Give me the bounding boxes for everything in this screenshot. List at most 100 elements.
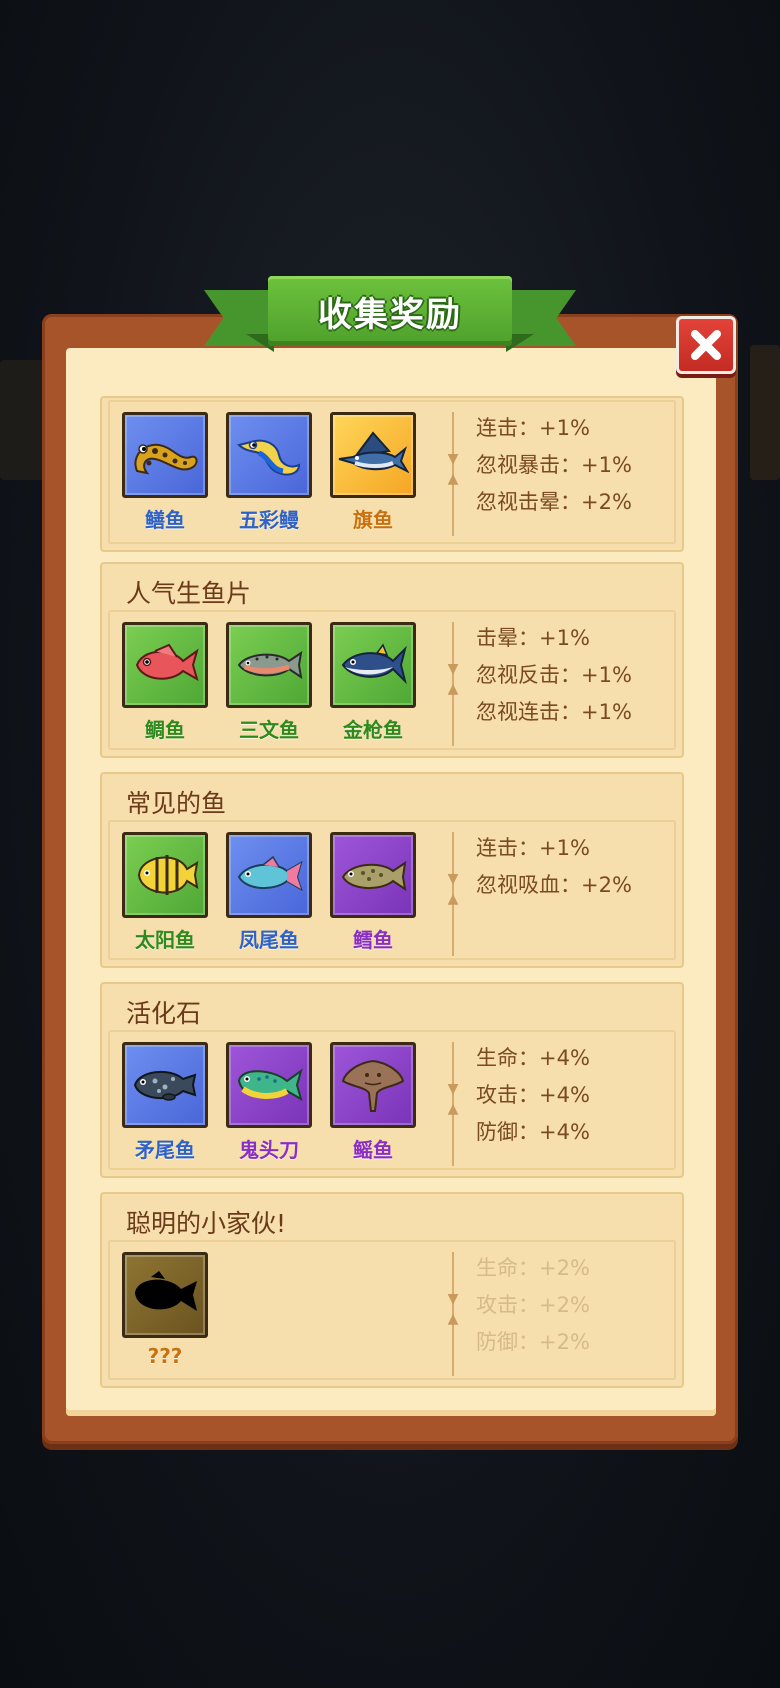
fish-tile — [122, 832, 208, 918]
collection-title: 聪明的小家伙! — [126, 1209, 287, 1238]
chevron-up-icon: ▲ — [447, 891, 459, 907]
fish-name: 金枪鱼 — [343, 718, 403, 742]
fish-name: 矛尾鱼 — [135, 1138, 195, 1162]
chevron-down-icon: ▼ — [447, 661, 459, 677]
fish-item[interactable]: 太阳鱼 — [122, 832, 208, 953]
chevron-up-icon: ▲ — [447, 681, 459, 697]
coelacanth-icon — [133, 1070, 197, 1101]
fish-name: 旗鱼 — [353, 508, 393, 532]
fish-item[interactable]: 三文鱼 — [226, 622, 312, 743]
fish-name: 太阳鱼 — [135, 928, 195, 952]
spotted-eel-icon — [134, 443, 198, 475]
fish-name: 鳝鱼 — [145, 508, 185, 532]
bonus-stat: 连击：+1% — [476, 416, 590, 440]
chevron-up-icon: ▲ — [447, 1311, 459, 1327]
collection-title: 活化石 — [126, 999, 202, 1028]
bonus-stat: 攻击：+2% — [476, 1293, 590, 1317]
fish-item[interactable]: ??? — [122, 1252, 208, 1368]
close-x-icon — [691, 330, 721, 360]
collection-card: 人气生鱼片 鲷鱼 三文鱼 金枪鱼 ▼ ▲ 击晕：+1% 忽视反击：+1% 忽视连… — [100, 562, 684, 758]
section-divider: ▼ ▲ — [446, 622, 460, 746]
stingray-icon — [341, 1059, 405, 1112]
collection-title: 人气生鱼片 — [126, 579, 252, 608]
bonus-stat: 忽视连击：+1% — [476, 700, 632, 724]
fish-tile — [330, 832, 416, 918]
fish-name: 鲷鱼 — [145, 718, 185, 742]
chevron-up-icon: ▲ — [447, 471, 459, 487]
fish-tile — [226, 622, 312, 708]
section-divider: ▼ ▲ — [446, 412, 460, 536]
ribbon-banner: 收集奖励 — [268, 276, 512, 346]
bonus-stat: 忽视击晕：+2% — [476, 490, 632, 514]
silhouette-fish-icon — [135, 1271, 197, 1311]
bonus-list: 连击：+1% 忽视暴击：+1% 忽视击晕：+2% — [476, 410, 632, 521]
mahi-mahi-icon — [237, 1068, 303, 1102]
bonus-list: 击晕：+1% 忽视反击：+1% 忽视连击：+1% — [476, 620, 632, 731]
fish-name: 鳕鱼 — [353, 928, 393, 952]
bonus-list: 连击：+1% 忽视吸血：+2% — [476, 830, 632, 904]
collection-card: 聪明的小家伙! ??? ▼ ▲ 生命：+2% 攻击：+2% 防御：+2% — [100, 1192, 684, 1388]
close-button[interactable] — [676, 316, 736, 374]
chevron-down-icon: ▼ — [447, 1291, 459, 1307]
bonus-stat: 防御：+4% — [476, 1120, 590, 1144]
section-divider: ▼ ▲ — [446, 832, 460, 956]
chevron-up-icon: ▲ — [447, 1101, 459, 1117]
fish-name: 凤尾鱼 — [239, 928, 299, 952]
bonus-stat: 生命：+2% — [476, 1256, 590, 1280]
fish-tile — [226, 412, 312, 498]
bonus-stat: 生命：+4% — [476, 1046, 590, 1070]
fish-tile — [122, 1252, 208, 1338]
fish-item[interactable]: 鳕鱼 — [330, 832, 416, 953]
fish-tile — [330, 1042, 416, 1128]
fish-name: ??? — [147, 1344, 183, 1368]
chevron-down-icon: ▼ — [447, 871, 459, 887]
bonus-stat: 防御：+2% — [476, 1330, 590, 1354]
ribbon-eel-icon — [237, 439, 301, 476]
fish-item[interactable]: 鳝鱼 — [122, 412, 208, 533]
fish-item[interactable]: 金枪鱼 — [330, 622, 416, 743]
fish-item[interactable]: 矛尾鱼 — [122, 1042, 208, 1163]
butterflyfish-icon — [137, 855, 199, 895]
collection-card: 活化石 矛尾鱼 鬼头刀 鳐鱼 ▼ ▲ 生命：+4% 攻击：+4% 防御：+4% — [100, 982, 684, 1178]
bonus-stat: 忽视暴击：+1% — [476, 453, 632, 477]
section-divider: ▼ ▲ — [446, 1042, 460, 1166]
cod-icon — [341, 860, 407, 892]
fish-name: 五彩鳗 — [239, 508, 299, 532]
collection-card: 鳝鱼 五彩鳗 旗鱼 ▼ ▲ 连击：+1% 忽视暴击：+1% 忽视击晕：+2% — [100, 396, 684, 552]
snapper-icon — [135, 643, 199, 682]
bonus-stat: 忽视反击：+1% — [476, 663, 632, 687]
bonus-stat: 连击：+1% — [476, 836, 590, 860]
fish-name: 鬼头刀 — [239, 1138, 299, 1162]
bonus-stat: 击晕：+1% — [476, 626, 590, 650]
tuna-icon — [341, 643, 407, 685]
bonus-list: 生命：+2% 攻击：+2% 防御：+2% — [476, 1250, 590, 1361]
parrotfish-icon — [237, 855, 303, 892]
fish-tile — [122, 622, 208, 708]
bonus-list: 生命：+4% 攻击：+4% 防御：+4% — [476, 1040, 590, 1151]
fish-tile — [330, 622, 416, 708]
fish-item[interactable]: 凤尾鱼 — [226, 832, 312, 953]
background-panel-right — [750, 345, 780, 480]
fish-item[interactable]: 五彩鳗 — [226, 412, 312, 533]
chevron-down-icon: ▼ — [447, 1081, 459, 1097]
fish-item[interactable]: 鳐鱼 — [330, 1042, 416, 1163]
fish-name: 三文鱼 — [239, 718, 299, 742]
fish-tile — [122, 412, 208, 498]
collection-title: 常见的鱼 — [126, 789, 227, 818]
dialog-title: 收集奖励 — [318, 294, 462, 335]
fish-item[interactable]: 旗鱼 — [330, 412, 416, 533]
fish-item[interactable]: 鬼头刀 — [226, 1042, 312, 1163]
fish-tile — [226, 1042, 312, 1128]
bonus-stat: 攻击：+4% — [476, 1083, 590, 1107]
section-divider: ▼ ▲ — [446, 1252, 460, 1376]
sailfish-icon — [338, 431, 409, 474]
fish-item[interactable]: 鲷鱼 — [122, 622, 208, 743]
collection-card: 常见的鱼 太阳鱼 凤尾鱼 鳕鱼 ▼ ▲ 连击：+1% 忽视吸血：+2% — [100, 772, 684, 968]
fish-tile — [226, 832, 312, 918]
fish-name: 鳐鱼 — [353, 1138, 393, 1162]
bonus-stat: 忽视吸血：+2% — [476, 873, 632, 897]
title-ribbon: 收集奖励 — [204, 272, 576, 368]
fish-tile — [122, 1042, 208, 1128]
fish-tile — [330, 412, 416, 498]
salmon-icon — [237, 650, 303, 680]
